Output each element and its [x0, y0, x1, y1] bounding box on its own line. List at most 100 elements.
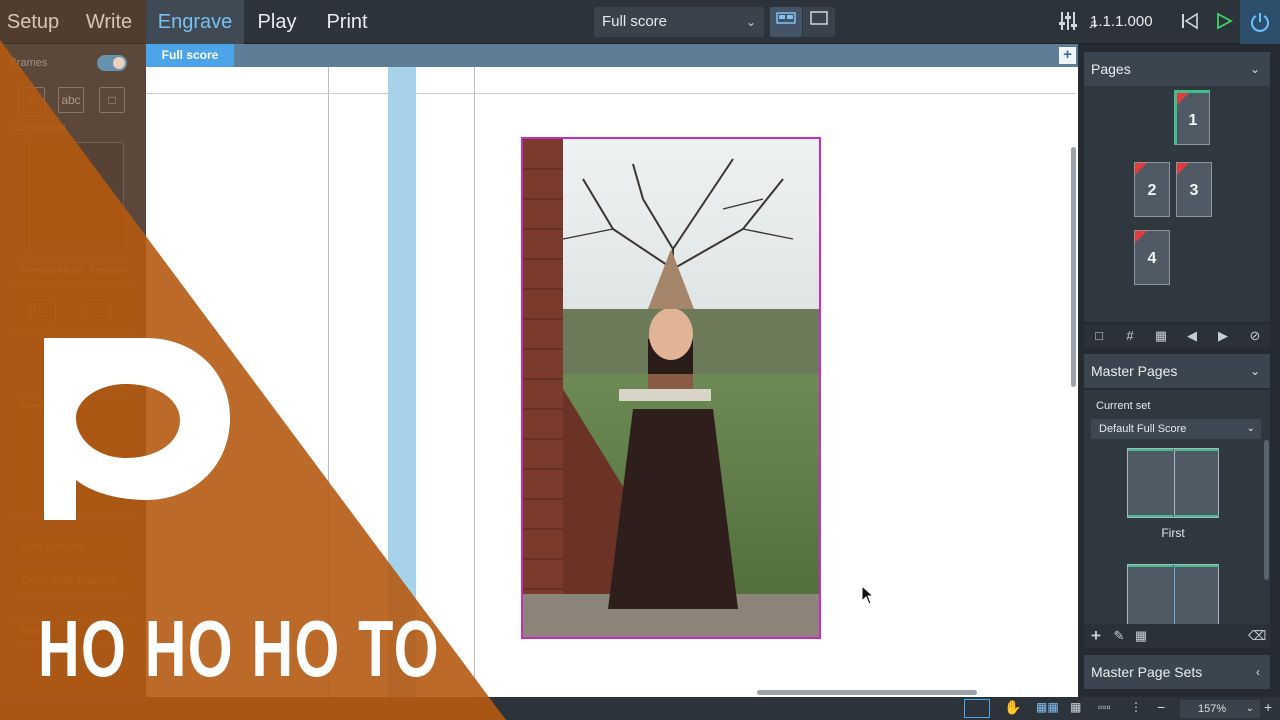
- format-label: Form: [20, 401, 46, 413]
- page-override-indicator: [1135, 163, 1147, 175]
- page-override-indicator: [1177, 93, 1189, 105]
- zoom-in-icon[interactable]: +: [1264, 699, 1272, 715]
- vertical-scrollbar[interactable]: [1071, 147, 1076, 387]
- change-master-icon[interactable]: ▦: [1152, 327, 1170, 345]
- horizontal-arrangement-icon[interactable]: ▫▫▫: [1098, 700, 1111, 714]
- add-tab-button[interactable]: +: [1059, 47, 1076, 64]
- master-pages-panel-header[interactable]: Master Pages ⌄: [1084, 354, 1270, 388]
- dorico-window: Setup Write Engrave Play Print Full scor…: [0, 0, 1280, 720]
- add-master-page-icon[interactable]: +: [1087, 627, 1105, 645]
- page-view-icon[interactable]: [803, 7, 835, 37]
- page-thumbnail-3[interactable]: 3: [1176, 162, 1212, 217]
- chevron-down-icon: ⌄: [1249, 62, 1260, 76]
- constraints-diagram[interactable]: [24, 142, 124, 250]
- layout-tab-strip: Full score +: [146, 44, 1078, 67]
- rewind-svg: [1182, 12, 1198, 30]
- chevron-down-icon: ⌄: [1249, 364, 1260, 378]
- notes-header: Note: [10, 620, 136, 642]
- vertical-arrangement-icon[interactable]: ⋮: [1130, 700, 1142, 714]
- horizontal-scrollbar[interactable]: [757, 690, 977, 695]
- page-gap-band: [388, 67, 416, 697]
- duplicate-master-page-icon[interactable]: ▦: [1132, 627, 1150, 645]
- margin-guide: [328, 67, 329, 697]
- mode-tab-print[interactable]: Print: [312, 0, 382, 44]
- page-thumbnail-2[interactable]: 2: [1134, 162, 1170, 217]
- zoom-value: 157%: [1198, 703, 1227, 715]
- tab-full-score[interactable]: Full score: [146, 44, 234, 67]
- pages-panel-header[interactable]: Pages ⌄: [1084, 52, 1270, 86]
- format-music-frames-body: □ □: [10, 284, 136, 332]
- page-arrangement-icon[interactable]: ▦: [1070, 700, 1081, 714]
- frame-lock-icon[interactable]: □: [85, 296, 111, 322]
- chevron-left-icon: ‹: [1256, 665, 1260, 679]
- page-thumbnail-4[interactable]: 4: [1134, 230, 1170, 285]
- page-numbering-icon[interactable]: #: [1121, 327, 1139, 345]
- right-panel: Pages ⌄ 1 2 3 4 □ # ▦ ◀ ▶ ⊘ Master Pages…: [1078, 44, 1280, 697]
- page-number: 1: [1188, 112, 1198, 129]
- master-pages-panel-body: Current set Default Full Score ⌄ First: [1084, 390, 1270, 630]
- next-page-icon[interactable]: ▶: [1214, 327, 1232, 345]
- format-music-frames-label: Format Music Frames: [20, 265, 127, 277]
- master-page-default[interactable]: [1127, 564, 1219, 630]
- master-page-right-half: [1174, 565, 1219, 630]
- notes-label: Note: [20, 625, 44, 637]
- margin-guide: [474, 67, 475, 697]
- play-icon[interactable]: [1214, 11, 1234, 36]
- mode-tab-setup[interactable]: Setup: [0, 0, 66, 44]
- master-page-first[interactable]: [1127, 448, 1219, 518]
- score-canvas[interactable]: [146, 67, 1078, 697]
- text-frame-icon[interactable]: abc: [58, 87, 84, 113]
- master-pages-scrollbar[interactable]: [1264, 440, 1269, 580]
- insert-pages-icon[interactable]: □: [1090, 327, 1108, 345]
- power-icon: [1251, 13, 1269, 32]
- previous-page-icon[interactable]: ◀: [1183, 327, 1201, 345]
- rewind-icon[interactable]: [1180, 11, 1200, 36]
- remove-override-icon[interactable]: ⊘: [1246, 327, 1264, 345]
- mode-tab-write[interactable]: Write: [74, 0, 144, 44]
- graphics-frame-icon[interactable]: □: [99, 87, 125, 113]
- edit-master-page-icon[interactable]: ✎: [1110, 627, 1128, 645]
- status-bar: ✋ ▦▦ ▦ ▫▫▫ ⋮ − 157% ⌄ +: [0, 697, 1280, 720]
- current-set-select[interactable]: Default Full Score ⌄: [1091, 419, 1261, 439]
- page-number: 3: [1189, 182, 1199, 199]
- mixer-icon[interactable]: [1058, 10, 1078, 37]
- graphics-frame-picture: [523, 139, 819, 637]
- page-override-indicator: [1177, 163, 1189, 175]
- current-set-label: Current set: [1096, 400, 1151, 412]
- galley-view-icon[interactable]: [770, 7, 802, 37]
- page-view-svg: [810, 11, 828, 25]
- mode-tab-play[interactable]: Play: [246, 0, 308, 44]
- power-button[interactable]: [1240, 0, 1280, 44]
- master-page-left-half: [1128, 449, 1173, 517]
- galley-view-svg: [776, 12, 796, 24]
- mixer-svg: [1059, 12, 1077, 30]
- transport-controls: ♫: [1052, 0, 1280, 44]
- page-override-indicator: [1135, 231, 1147, 243]
- constraints-label: Constraints: [10, 122, 66, 134]
- zoom-out-icon[interactable]: −: [1157, 699, 1165, 715]
- hand-tool-icon[interactable]: ✋: [1004, 699, 1021, 716]
- copy-staff-spacing-button[interactable]: Copy Staff Spacing...: [10, 568, 136, 594]
- delete-master-page-icon[interactable]: ⌫: [1248, 627, 1266, 645]
- graphics-frame[interactable]: [521, 137, 821, 639]
- mouse-pointer-icon: [861, 585, 875, 605]
- play-svg: [1217, 12, 1233, 30]
- selection-tool-icon[interactable]: [964, 699, 990, 718]
- page-number: 2: [1147, 182, 1157, 199]
- pages-toolbar: □ # ▦ ◀ ▶ ⊘: [1084, 324, 1270, 348]
- left-panel: Frames ♫ abc □ Constraints Format Music …: [0, 44, 146, 720]
- page-thumbnail-1[interactable]: 1: [1174, 90, 1210, 145]
- chevron-down-icon: ⌄: [1246, 423, 1255, 434]
- frames-toggle[interactable]: [97, 55, 127, 71]
- current-set-value: Default Full Score: [1099, 423, 1187, 435]
- spreads-view-icon[interactable]: ▦▦: [1036, 700, 1059, 714]
- master-page-sets-panel-header[interactable]: Master Page Sets ‹: [1084, 655, 1270, 689]
- zoom-select[interactable]: 157% ⌄: [1180, 700, 1260, 718]
- chevron-down-icon: ⌄: [1245, 703, 1254, 714]
- music-frame-icon[interactable]: ♫: [19, 87, 45, 113]
- layout-selector[interactable]: Full score ⌄: [594, 7, 764, 37]
- mode-tab-engrave[interactable]: Engrave: [146, 0, 244, 44]
- pages-panel-body: 1 2 3 4: [1084, 86, 1270, 322]
- frame-padding-icon[interactable]: □: [30, 296, 56, 322]
- pages-panel-title: Pages: [1091, 61, 1131, 77]
